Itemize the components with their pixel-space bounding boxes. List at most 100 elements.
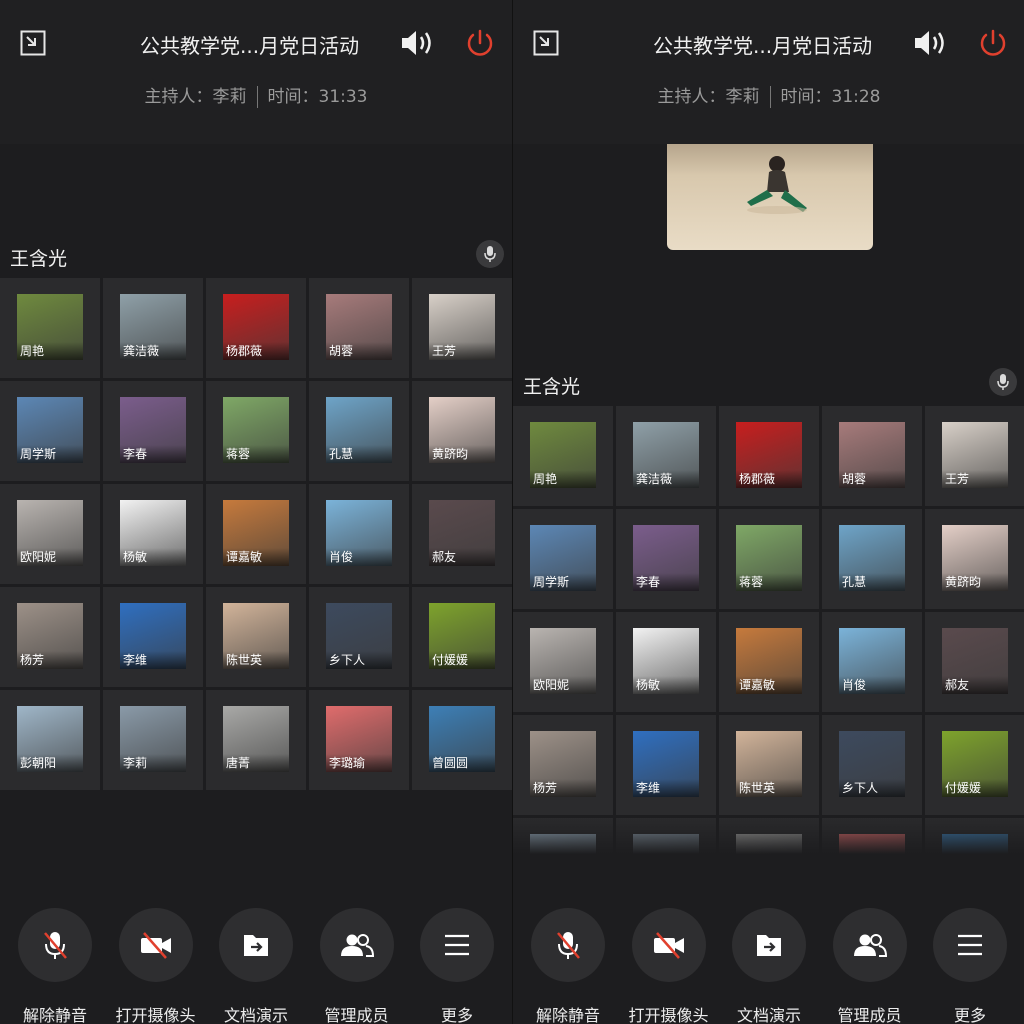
participant-name: 唐菁	[223, 754, 289, 772]
participant-tile[interactable]: 谭嘉敏	[206, 484, 306, 584]
camera-off-icon[interactable]	[118, 908, 193, 982]
participant-row: 周学斯 李春 蒋蓉 孔慧 黄跻昀	[0, 381, 512, 481]
participant-tile[interactable]: 陈世英	[719, 715, 819, 815]
share-doc-icon[interactable]	[732, 908, 806, 982]
participant-tile[interactable]: 龚洁薇	[616, 406, 716, 506]
participant-tile[interactable]: 欧阳妮	[513, 612, 613, 712]
leave-meeting-icon[interactable]	[464, 28, 496, 60]
menu-icon[interactable]	[420, 908, 494, 982]
meeting-panel-left: 公共教学党...月党日活动 主持人：李莉 时间：31:33 王含光 周艳 龚洁薇 杨郡…	[0, 0, 512, 1024]
members-button[interactable]: 管理成员	[307, 908, 407, 1024]
participant-tile[interactable]: 周学斯	[513, 509, 613, 609]
participant-tile[interactable]: 王芳	[412, 278, 512, 378]
participant-tile[interactable]: 王芳	[925, 406, 1024, 506]
participant-name: 谭嘉敏	[223, 548, 289, 566]
camera-off-button[interactable]: 打开摄像头	[619, 908, 719, 1024]
participant-tile[interactable]: 胡蓉	[822, 406, 922, 506]
share-doc-button[interactable]: 文档演示	[719, 908, 819, 1024]
minimize-window-icon[interactable]	[20, 30, 46, 56]
camera-off-button[interactable]: 打开摄像头	[106, 908, 206, 1024]
participant-avatar: 孔慧	[326, 397, 392, 463]
participant-tile[interactable]: 郝友	[412, 484, 512, 584]
members-icon[interactable]	[832, 908, 907, 982]
speaker-icon[interactable]	[400, 28, 434, 58]
participant-avatar: 李莉	[120, 706, 186, 772]
participant-avatar: 陈世英	[736, 731, 802, 797]
participant-tile[interactable]: 胡蓉	[309, 278, 409, 378]
participant-tile[interactable]: 周学斯	[0, 381, 100, 481]
menu-button[interactable]: 更多	[407, 908, 507, 1024]
participant-avatar: 杨芳	[530, 731, 596, 797]
share-doc-button[interactable]: 文档演示	[206, 908, 306, 1024]
participant-name: 杨郡薇	[736, 470, 802, 488]
participant-tile[interactable]: 李莉	[103, 690, 203, 790]
participant-tile[interactable]: 杨敏	[616, 612, 716, 712]
participant-tile[interactable]: 杨芳	[0, 587, 100, 687]
participant-avatar: 付媛媛	[429, 603, 495, 669]
mic-muted-icon[interactable]	[18, 908, 92, 982]
participant-tile[interactable]: 付媛媛	[412, 587, 512, 687]
participant-avatar: 胡蓉	[326, 294, 392, 360]
participant-tile[interactable]: 杨敏	[103, 484, 203, 584]
participant-tile[interactable]: 杨芳	[513, 715, 613, 815]
mic-muted-icon[interactable]	[531, 908, 605, 982]
participant-avatar: 李春	[120, 397, 186, 463]
participant-grid: 周艳 龚洁薇 杨郡薇 胡蓉 王芳周学斯 李春 蒋蓉 孔慧 黄跻昀欧阳妮 杨敏 谭嘉敏 肖俊 郝友杨芳 李维…	[513, 406, 1024, 854]
meeting-panel-right: 公共教学党...月党日活动 主持人：李莉 时间：31:28 王含光 周艳 龚洁薇…	[512, 0, 1024, 1024]
participant-tile[interactable]: 黄跻昀	[412, 381, 512, 481]
participant-tile[interactable]: 曾圆圆	[412, 690, 512, 790]
participant-tile[interactable]: 付媛媛	[925, 715, 1024, 815]
participant-tile[interactable]: 彭朝阳	[0, 690, 100, 790]
participant-tile[interactable]: 李维	[103, 587, 203, 687]
participant-tile[interactable]: 黄跻昀	[925, 509, 1024, 609]
participant-tile[interactable]: 乡下人	[822, 715, 922, 815]
toolbar-label: 打开摄像头	[628, 1006, 709, 1024]
participant-name: 黄跻昀	[942, 573, 1008, 591]
participant-tile[interactable]: 杨郡薇	[719, 406, 819, 506]
participant-name: 杨芳	[17, 651, 83, 669]
participant-name: 郝友	[429, 548, 495, 566]
speaker-icon[interactable]	[913, 28, 947, 58]
minimize-window-icon[interactable]	[533, 30, 559, 56]
members-button[interactable]: 管理成员	[820, 908, 920, 1024]
participant-tile[interactable]: 龚洁薇	[103, 278, 203, 378]
participant-name: 龚洁薇	[633, 470, 699, 488]
participant-row: 杨芳 李维 陈世英 乡下人 付媛媛	[0, 587, 512, 687]
participant-tile[interactable]: 肖俊	[822, 612, 922, 712]
participant-tile[interactable]: 李春	[103, 381, 203, 481]
participant-tile[interactable]: 唐菁	[206, 690, 306, 790]
participant-tile[interactable]: 乡下人	[309, 587, 409, 687]
participant-avatar: 胡蓉	[839, 422, 905, 488]
mic-muted-button[interactable]: 解除静音	[5, 908, 105, 1024]
participant-tile[interactable]: 李春	[616, 509, 716, 609]
menu-button[interactable]: 更多	[920, 908, 1020, 1024]
participant-tile[interactable]: 陈世英	[206, 587, 306, 687]
mic-muted-button[interactable]: 解除静音	[518, 908, 618, 1024]
participant-avatar: 王芳	[942, 422, 1008, 488]
participant-tile[interactable]: 欧阳妮	[0, 484, 100, 584]
participant-tile[interactable]: 肖俊	[309, 484, 409, 584]
participant-tile[interactable]: 李维	[616, 715, 716, 815]
meeting-info: 主持人：李莉 时间：31:33	[0, 82, 512, 108]
participant-tile[interactable]: 周艳	[513, 406, 613, 506]
participant-tile[interactable]: 谭嘉敏	[719, 612, 819, 712]
participant-tile[interactable]: 郝友	[925, 612, 1024, 712]
camera-off-icon[interactable]	[631, 908, 706, 982]
participant-tile[interactable]: 孔慧	[309, 381, 409, 481]
participant-name: 肖俊	[326, 548, 392, 566]
participant-tile[interactable]: 李璐瑜	[309, 690, 409, 790]
members-icon[interactable]	[319, 908, 394, 982]
participant-tile[interactable]: 孔慧	[822, 509, 922, 609]
share-doc-icon[interactable]	[219, 908, 293, 982]
participant-name: 曾圆圆	[429, 754, 495, 772]
speaker-mic-icon	[989, 368, 1017, 396]
camera-preview[interactable]	[667, 144, 873, 250]
participant-row: 彭朝阳 李莉 唐菁 李璐瑜 曾圆圆	[0, 690, 512, 790]
participant-tile[interactable]: 蒋蓉	[719, 509, 819, 609]
participant-tile[interactable]: 周艳	[0, 278, 100, 378]
active-speaker-name: 王含光	[10, 248, 68, 270]
participant-tile[interactable]: 蒋蓉	[206, 381, 306, 481]
participant-tile[interactable]: 杨郡薇	[206, 278, 306, 378]
leave-meeting-icon[interactable]	[977, 28, 1009, 60]
menu-icon[interactable]	[933, 908, 1007, 982]
